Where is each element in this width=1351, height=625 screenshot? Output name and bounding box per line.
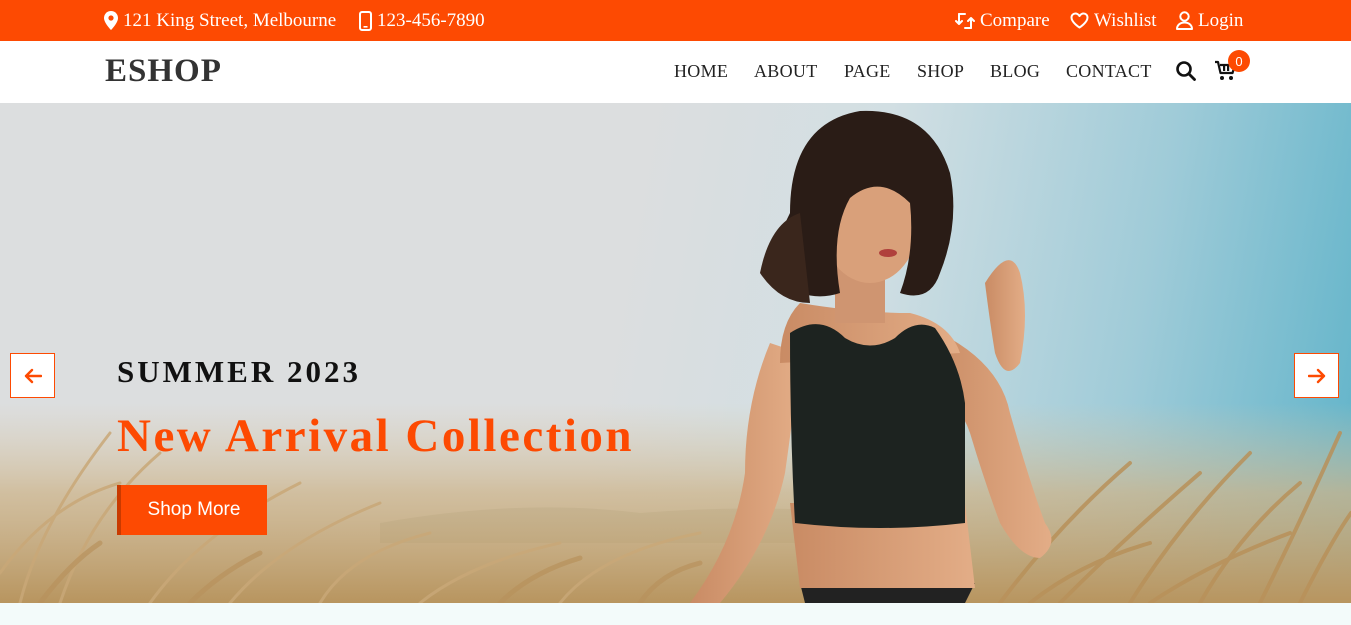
hero-subtitle: SUMMER 2023	[117, 354, 361, 389]
search-button[interactable]	[1175, 60, 1197, 82]
slider-next-button[interactable]	[1294, 353, 1339, 398]
phone-info: 123-456-7890	[359, 0, 485, 41]
nav-contact[interactable]: CONTACT	[1066, 61, 1152, 82]
address-info: 121 King Street, Melbourne	[104, 0, 336, 41]
compare-icon	[955, 12, 975, 29]
next-section-strip	[0, 603, 1351, 625]
compare-link[interactable]: Compare	[955, 0, 1050, 41]
slider-prev-button[interactable]	[10, 353, 55, 398]
phone-icon	[359, 10, 372, 31]
cart-count-badge: 0	[1228, 50, 1250, 72]
nav-page[interactable]: PAGE	[844, 61, 891, 82]
compare-label: Compare	[980, 9, 1050, 31]
wishlist-link[interactable]: Wishlist	[1070, 0, 1157, 41]
nav-blog[interactable]: BLOG	[990, 61, 1040, 82]
hero-title: New Arrival Collection	[117, 410, 635, 462]
top-bar: 121 King Street, Melbourne 123-456-7890 …	[0, 0, 1351, 41]
address-text: 121 King Street, Melbourne	[123, 9, 337, 31]
nav-home[interactable]: HOME	[674, 61, 728, 82]
login-label: Login	[1198, 9, 1244, 31]
user-icon	[1176, 11, 1193, 30]
wishlist-label: Wishlist	[1094, 9, 1157, 31]
arrow-left-icon	[24, 368, 42, 383]
phone-text: 123-456-7890	[377, 9, 485, 31]
map-pin-icon	[104, 11, 118, 30]
arrow-right-icon	[1307, 368, 1325, 383]
main-navbar: ESHOP HOME ABOUT PAGE SHOP BLOG CONTACT	[0, 41, 1351, 103]
login-link[interactable]: Login	[1176, 0, 1243, 41]
nav-about[interactable]: ABOUT	[754, 61, 818, 82]
search-icon	[1176, 61, 1196, 81]
shop-more-button[interactable]: Shop More	[117, 485, 267, 535]
heart-icon	[1070, 12, 1089, 29]
site-logo[interactable]: ESHOP	[105, 53, 222, 90]
nav-shop[interactable]: SHOP	[917, 61, 964, 82]
hero-slider: SUMMER 2023 New Arrival Collection Shop …	[0, 103, 1351, 603]
